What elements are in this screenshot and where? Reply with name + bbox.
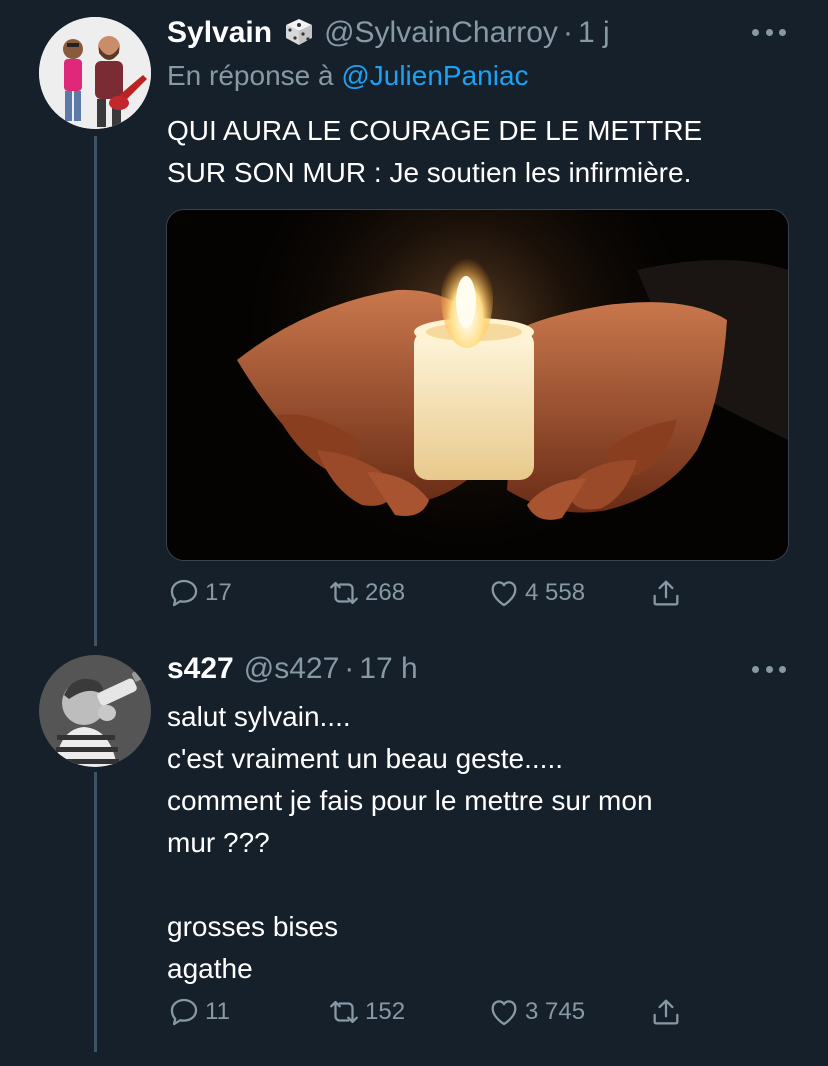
thread-connector-line bbox=[94, 772, 97, 1052]
like-action[interactable]: 4 558 bbox=[487, 576, 585, 610]
heart-icon bbox=[491, 581, 517, 607]
thread-connector-line bbox=[94, 136, 97, 646]
separator-dot: · bbox=[344, 652, 355, 685]
tweet-header: s427 @s427 · 17 h bbox=[167, 652, 418, 686]
retweet-action[interactable]: 152 bbox=[327, 995, 405, 1029]
tweet-time[interactable]: 17 h bbox=[359, 652, 417, 686]
share-icon bbox=[653, 999, 679, 1025]
reply-prefix: En réponse à bbox=[167, 60, 342, 91]
retweet-icon bbox=[330, 581, 358, 605]
share-icon bbox=[653, 580, 679, 606]
heart-icon bbox=[491, 1000, 517, 1026]
avatar-sylvain[interactable] bbox=[39, 17, 151, 129]
author-name[interactable]: s427 bbox=[167, 652, 234, 686]
more-options-icon[interactable] bbox=[752, 25, 786, 39]
separator-dot: · bbox=[562, 16, 573, 49]
reply-count: 11 bbox=[205, 998, 230, 1025]
like-count: 4 558 bbox=[525, 579, 586, 606]
share-action[interactable] bbox=[649, 576, 687, 610]
dice-icon bbox=[284, 17, 314, 47]
retweet-action[interactable]: 268 bbox=[327, 576, 405, 610]
retweet-count: 152 bbox=[365, 998, 406, 1025]
reply-context: En réponse à @JulienPaniac bbox=[167, 60, 529, 92]
reply-icon bbox=[170, 998, 198, 1026]
share-action[interactable] bbox=[649, 995, 687, 1029]
reply-icon bbox=[170, 579, 198, 607]
retweet-count: 268 bbox=[365, 579, 406, 606]
tweet-text: QUI AURA LE COURAGE DE LE METTRE SUR SON… bbox=[167, 115, 703, 188]
more-options-icon[interactable] bbox=[752, 662, 786, 676]
tweet-actions: 11 152 3 745 bbox=[167, 995, 727, 1035]
tweet-text: salut sylvain.... c'est vraiment un beau… bbox=[167, 701, 653, 984]
reply-action[interactable]: 11 bbox=[167, 995, 230, 1029]
like-action[interactable]: 3 745 bbox=[487, 995, 585, 1029]
tweet-media-image[interactable] bbox=[166, 209, 789, 561]
avatar-s427[interactable] bbox=[39, 655, 151, 767]
like-count: 3 745 bbox=[525, 998, 586, 1025]
tweet-actions: 17 268 4 558 bbox=[167, 576, 727, 616]
author-handle[interactable]: @SylvainCharroy bbox=[324, 16, 558, 50]
retweet-icon bbox=[330, 1000, 358, 1024]
author-name[interactable]: Sylvain bbox=[167, 16, 272, 50]
tweet-time[interactable]: 1 j bbox=[578, 16, 610, 50]
reply-handle-link[interactable]: @JulienPaniac bbox=[341, 60, 528, 91]
tweet-header: Sylvain @SylvainCharroy · 1 j bbox=[167, 12, 610, 50]
reply-action[interactable]: 17 bbox=[167, 576, 232, 610]
author-handle[interactable]: @s427 bbox=[244, 652, 340, 686]
reply-count: 17 bbox=[205, 579, 232, 606]
